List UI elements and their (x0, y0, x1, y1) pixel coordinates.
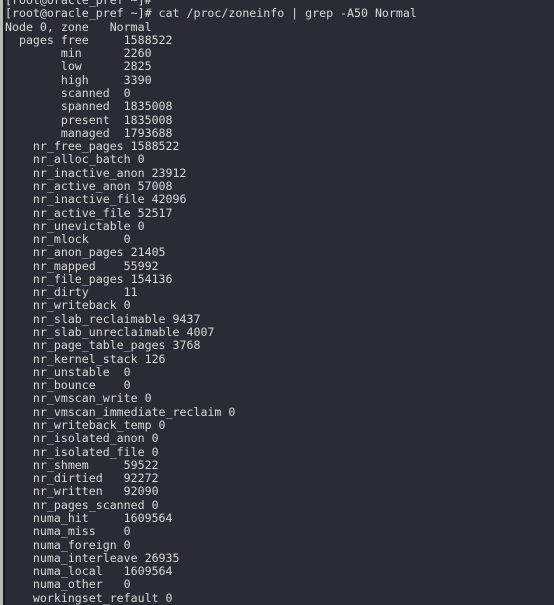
terminal-line: nr_unevictable 0 (5, 218, 145, 233)
terminal-line: nr_vmscan_immediate_reclaim 0 (5, 404, 236, 419)
terminal-line: min 2260 (5, 46, 152, 61)
terminal-line: numa_foreign 0 (5, 537, 131, 552)
terminal-line: nr_dirty 11 (5, 285, 138, 300)
terminal-line: nr_pages_scanned 0 (5, 497, 159, 512)
terminal-line: nr_writeback 0 (5, 298, 131, 313)
terminal-line: numa_interleave 26935 (5, 550, 180, 565)
terminal-line: numa_local 1609564 (5, 564, 173, 579)
terminal-line: spanned 1835008 (5, 99, 173, 114)
terminal-line: nr_vmscan_write 0 (5, 391, 152, 406)
terminal-window[interactable]: [root@oracle_pref ~]# [root@oracle_pref ~… (0, 0, 554, 605)
terminal-line: nr_writeback_temp 0 (5, 418, 166, 432)
terminal-line: nr_file_pages 154136 (5, 271, 173, 286)
terminal-line: nr_alloc_batch 0 (5, 152, 145, 167)
terminal-line: nr_inactive_anon 23912 (5, 165, 187, 180)
terminal-line: nr_mlock 0 (5, 232, 131, 247)
terminal-line: nr_active_file 52517 (5, 205, 173, 220)
terminal-line: Node 0, zone Normal (5, 19, 152, 34)
terminal-line: pages free 1588522 (5, 32, 173, 47)
terminal-line: nr_shmem 59522 (5, 457, 159, 472)
terminal-line: nr_page_table_pages 3768 (5, 338, 201, 353)
terminal-screen[interactable]: [root@oracle_pref ~]# [root@oracle_pref ~… (5, 0, 554, 605)
terminal-line: managed 1793688 (5, 125, 173, 140)
terminal-line: nr_active_anon 57008 (5, 178, 173, 193)
terminal-line: nr_dirtied 92272 (5, 471, 159, 486)
terminal-line: nr_inactive_file 42096 (5, 192, 187, 207)
terminal-line: high 3390 (5, 72, 152, 87)
terminal-line: nr_kernel_stack 126 (5, 351, 166, 366)
terminal-line: [root@oracle_pref ~]# cat /proc/zoneinfo… (5, 6, 417, 21)
terminal-line: nr_slab_reclaimable 9437 (5, 311, 201, 326)
terminal-line: numa_hit 1609564 (5, 510, 173, 525)
terminal-line: numa_other 0 (5, 577, 131, 592)
terminal-line: present 1835008 (5, 112, 173, 127)
terminal-line: nr_slab_unreclaimable 4007 (5, 325, 215, 340)
terminal-line: nr_bounce 0 (5, 378, 131, 393)
terminal-line: nr_free_pages 1588522 (5, 139, 180, 154)
terminal-line: workingset_refault 0 (5, 590, 173, 605)
terminal-line: nr_isolated_anon 0 (5, 431, 159, 446)
terminal-line: scanned 0 (5, 85, 131, 100)
terminal-line: numa_miss 0 (5, 524, 131, 539)
terminal-line: low 2825 (5, 59, 152, 74)
terminal-line: nr_unstable 0 (5, 364, 131, 379)
terminal-output[interactable]: [root@oracle_pref ~]# [root@oracle_pref ~… (5, 0, 554, 605)
terminal-line: nr_written 92090 (5, 484, 159, 499)
terminal-line: nr_mapped 55992 (5, 258, 159, 273)
terminal-line: nr_anon_pages 21405 (5, 245, 166, 260)
terminal-line: nr_isolated_file 0 (5, 444, 159, 459)
